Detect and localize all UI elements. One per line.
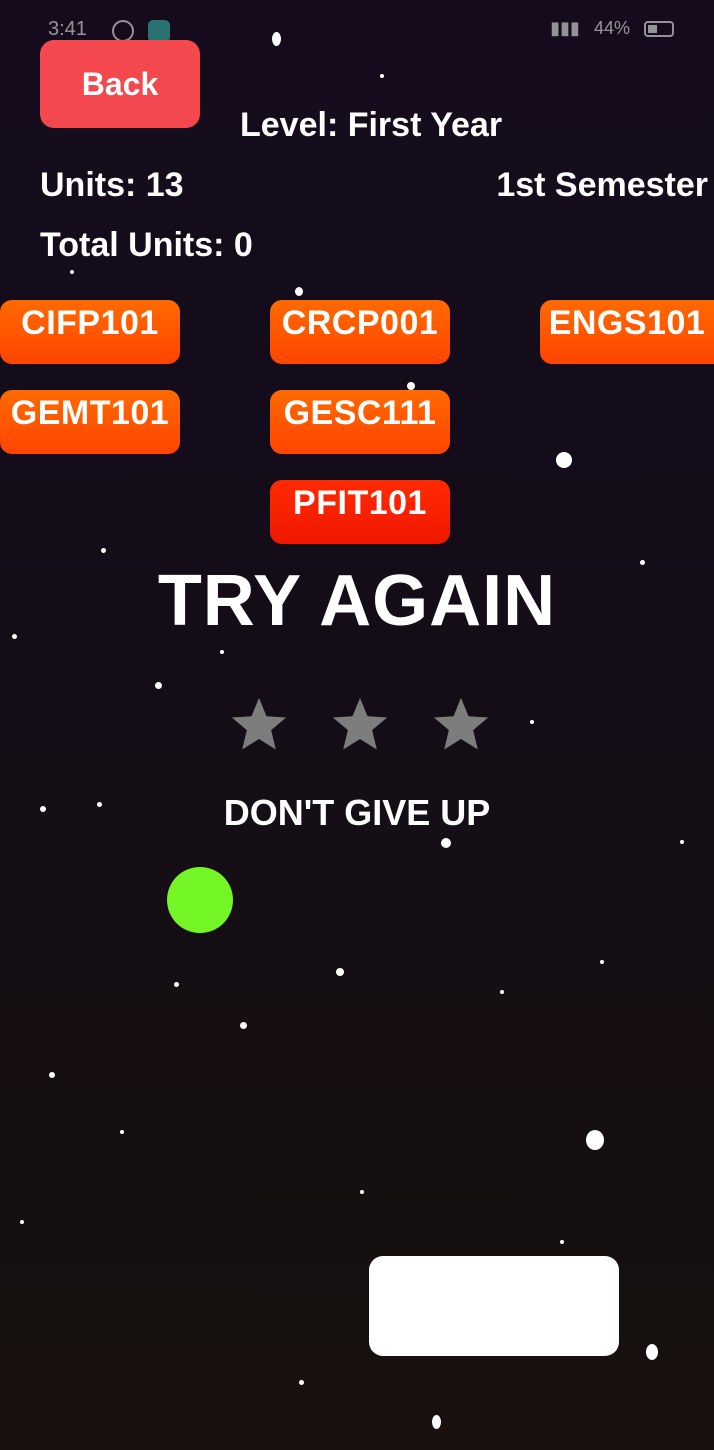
- battery-icon: [644, 20, 674, 37]
- semester-label: 1st Semester: [496, 166, 708, 204]
- course-button-gemt101[interactable]: GEMT101: [0, 390, 180, 454]
- notification-icon: [112, 20, 134, 42]
- game-paddle[interactable]: [369, 1256, 619, 1356]
- course-button-cifp101[interactable]: CIFP101: [0, 300, 180, 364]
- course-button-engs101[interactable]: ENGS101: [540, 300, 714, 364]
- units-label: Units: 13: [40, 166, 184, 204]
- star-icon: [231, 697, 287, 750]
- signal-icon: ▮▮▮: [550, 18, 580, 38]
- result-title: TRY AGAIN: [157, 561, 557, 641]
- battery-percent: 44%: [593, 18, 630, 38]
- star-rating: [228, 694, 492, 756]
- app-notification-icon: [148, 20, 170, 42]
- total-units-label: Total Units: 0: [40, 226, 253, 264]
- course-button-crcp001[interactable]: CRCP001: [270, 300, 450, 364]
- course-button-gesc111[interactable]: GESC111: [270, 390, 450, 454]
- course-button-pfit101[interactable]: PFIT101: [270, 480, 450, 544]
- status-time: 3:41: [48, 18, 87, 40]
- back-button[interactable]: Back: [40, 40, 200, 128]
- star-icon: [433, 697, 489, 750]
- encouragement-message: DON'T GIVE UP: [223, 792, 491, 833]
- game-ball: [167, 867, 233, 933]
- level-label: Level: First Year: [240, 106, 503, 144]
- star-icon: [332, 697, 388, 750]
- status-indicators: ▮▮▮ 44%: [550, 18, 674, 39]
